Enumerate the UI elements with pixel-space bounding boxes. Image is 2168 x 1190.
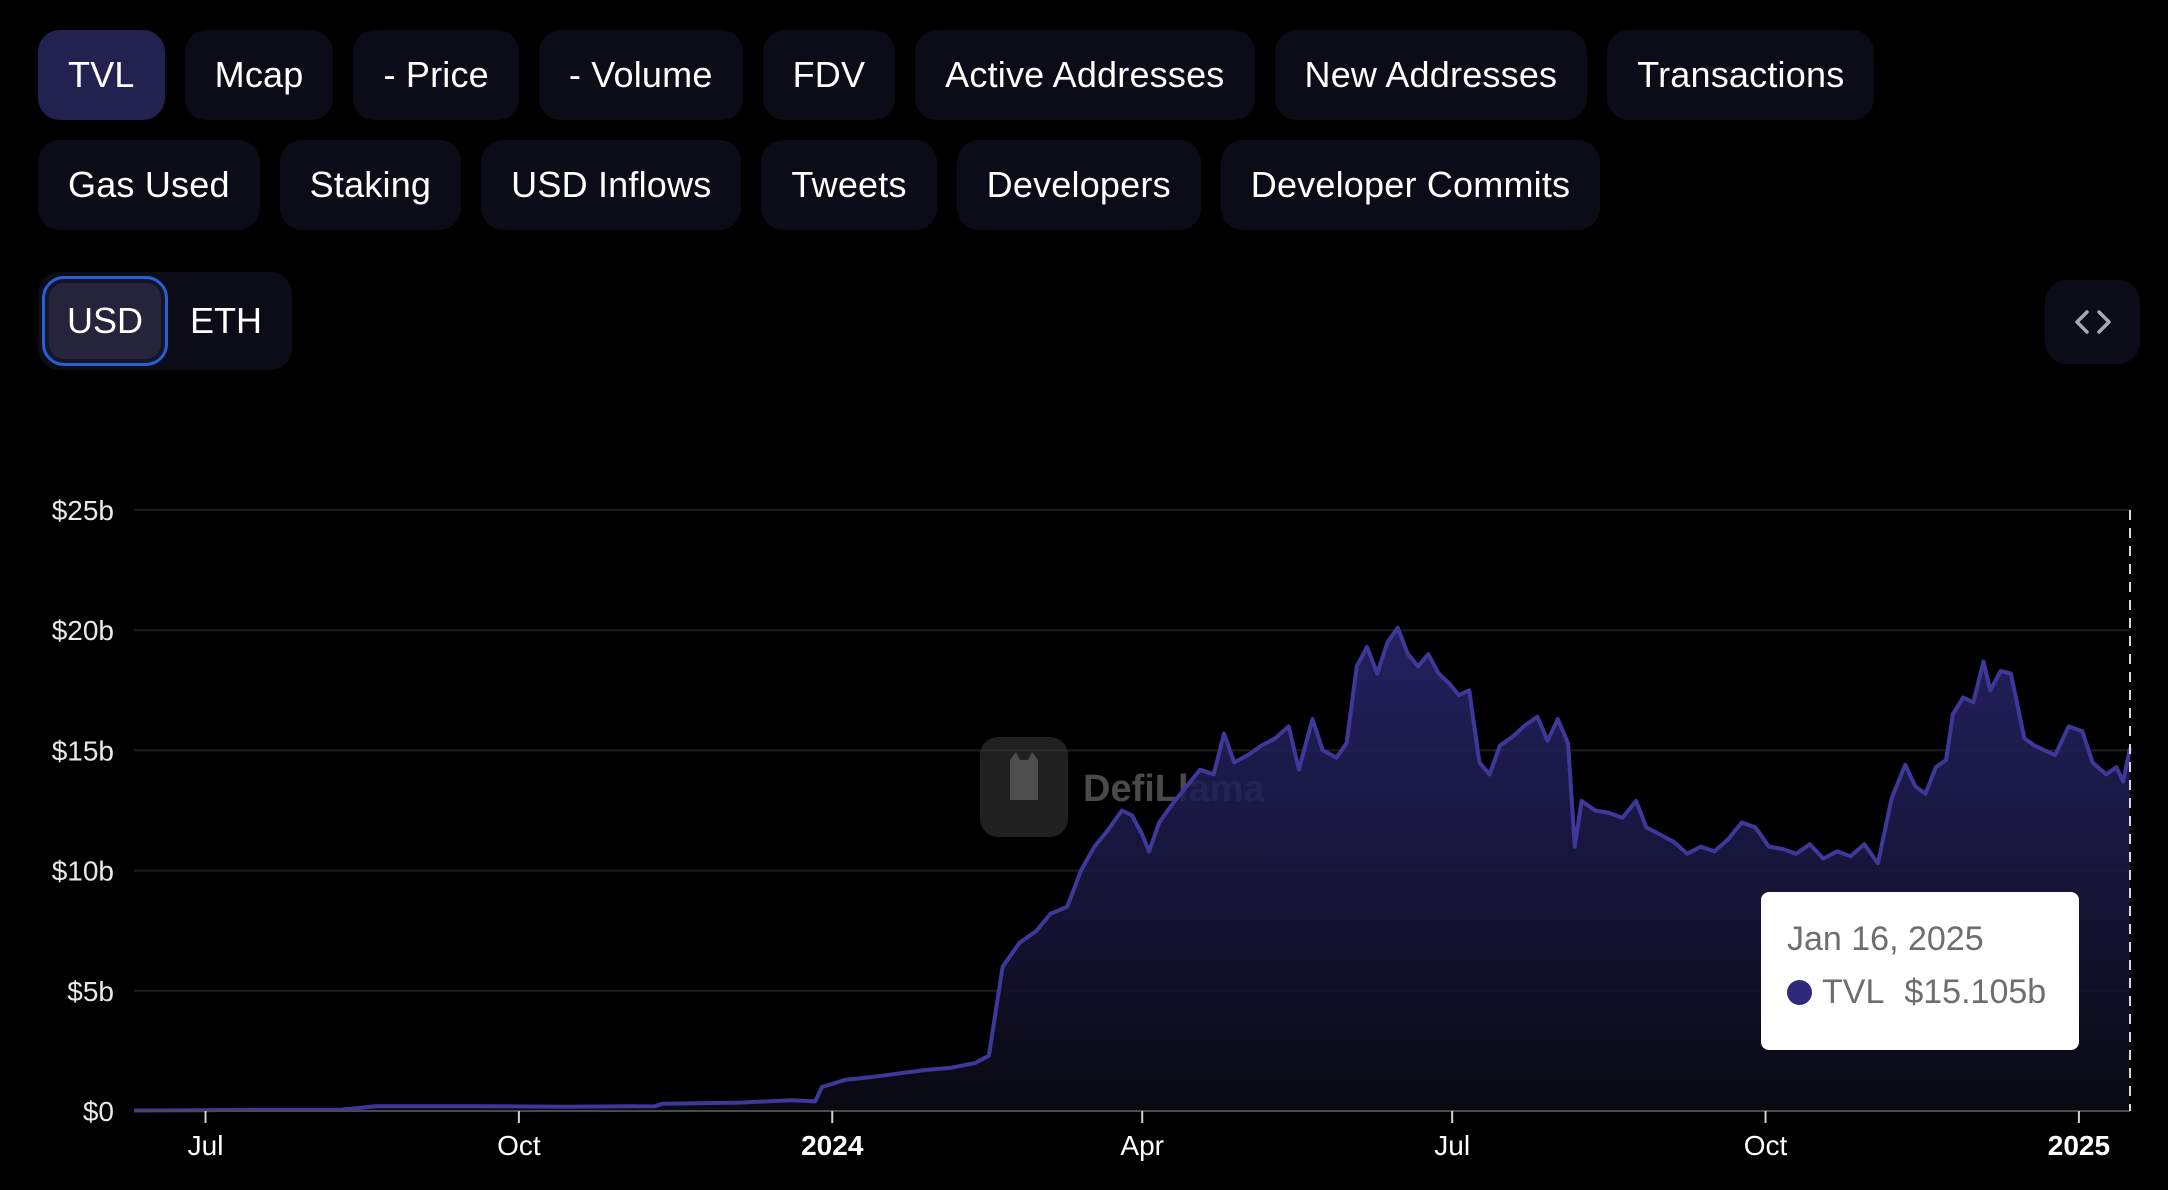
tab-staking[interactable]: Staking bbox=[279, 140, 462, 230]
chart-tooltip: Jan 16, 2025 TVL $15.105b bbox=[1761, 892, 2079, 1050]
tab-developer-commits[interactable]: Developer Commits bbox=[1220, 140, 1601, 230]
embed-code-button[interactable] bbox=[2045, 280, 2140, 364]
denomination-usd-button[interactable]: USD bbox=[42, 276, 168, 366]
tooltip-series-name: TVL bbox=[1822, 973, 1885, 1011]
denomination-toggle: USD ETH bbox=[38, 272, 292, 370]
tab-new-addresses[interactable]: New Addresses bbox=[1274, 30, 1588, 120]
y-tick-label: $0 bbox=[83, 1096, 114, 1127]
tab-developers[interactable]: Developers bbox=[956, 140, 1201, 230]
tab-gas-used[interactable]: Gas Used bbox=[38, 140, 260, 230]
tooltip-series-dot-icon bbox=[1787, 980, 1812, 1005]
y-tick-label: $10b bbox=[52, 856, 114, 887]
x-tick-label: Oct bbox=[1744, 1130, 1788, 1161]
y-tick-label: $15b bbox=[52, 735, 114, 766]
tab-transactions[interactable]: Transactions bbox=[1607, 30, 1875, 120]
x-tick-label: Oct bbox=[497, 1130, 541, 1161]
tab-tweets[interactable]: Tweets bbox=[761, 140, 937, 230]
tab-usd-inflows[interactable]: USD Inflows bbox=[481, 140, 742, 230]
denomination-eth-button[interactable]: ETH bbox=[168, 276, 284, 366]
tab-mcap[interactable]: Mcap bbox=[184, 30, 334, 120]
tvl-chart[interactable]: $0$5b$10b$15b$20b$25b DefiLlama Jul Oct 20… bbox=[0, 480, 2168, 1190]
x-tick-label: Jul bbox=[188, 1130, 224, 1161]
tab-fdv[interactable]: FDV bbox=[762, 30, 896, 120]
tab-price[interactable]: - Price bbox=[353, 30, 519, 120]
y-axis: $0 $5b $10b $15b $20b $25b bbox=[52, 495, 114, 1127]
x-tick-label: Apr bbox=[1120, 1130, 1164, 1161]
tooltip-date: Jan 16, 2025 bbox=[1787, 920, 1984, 958]
x-axis: Jul Oct 2024 Apr Jul Oct 2025 bbox=[188, 1111, 2110, 1161]
y-tick-label: $5b bbox=[67, 976, 114, 1007]
x-tick-label: 2024 bbox=[801, 1130, 864, 1161]
tab-volume[interactable]: - Volume bbox=[538, 30, 743, 120]
y-tick-label: $20b bbox=[52, 615, 114, 646]
tooltip-value: $15.105b bbox=[1904, 973, 2047, 1011]
tab-active-addresses[interactable]: Active Addresses bbox=[915, 30, 1255, 120]
code-brackets-icon bbox=[2074, 310, 2111, 334]
y-tick-label: $25b bbox=[52, 495, 114, 526]
metric-tabs: TVL Mcap - Price - Volume FDV Active Addresse… bbox=[38, 30, 1998, 230]
tab-tvl[interactable]: TVL bbox=[38, 30, 165, 120]
x-tick-label: Jul bbox=[1434, 1130, 1470, 1161]
x-tick-label: 2025 bbox=[2048, 1130, 2110, 1161]
